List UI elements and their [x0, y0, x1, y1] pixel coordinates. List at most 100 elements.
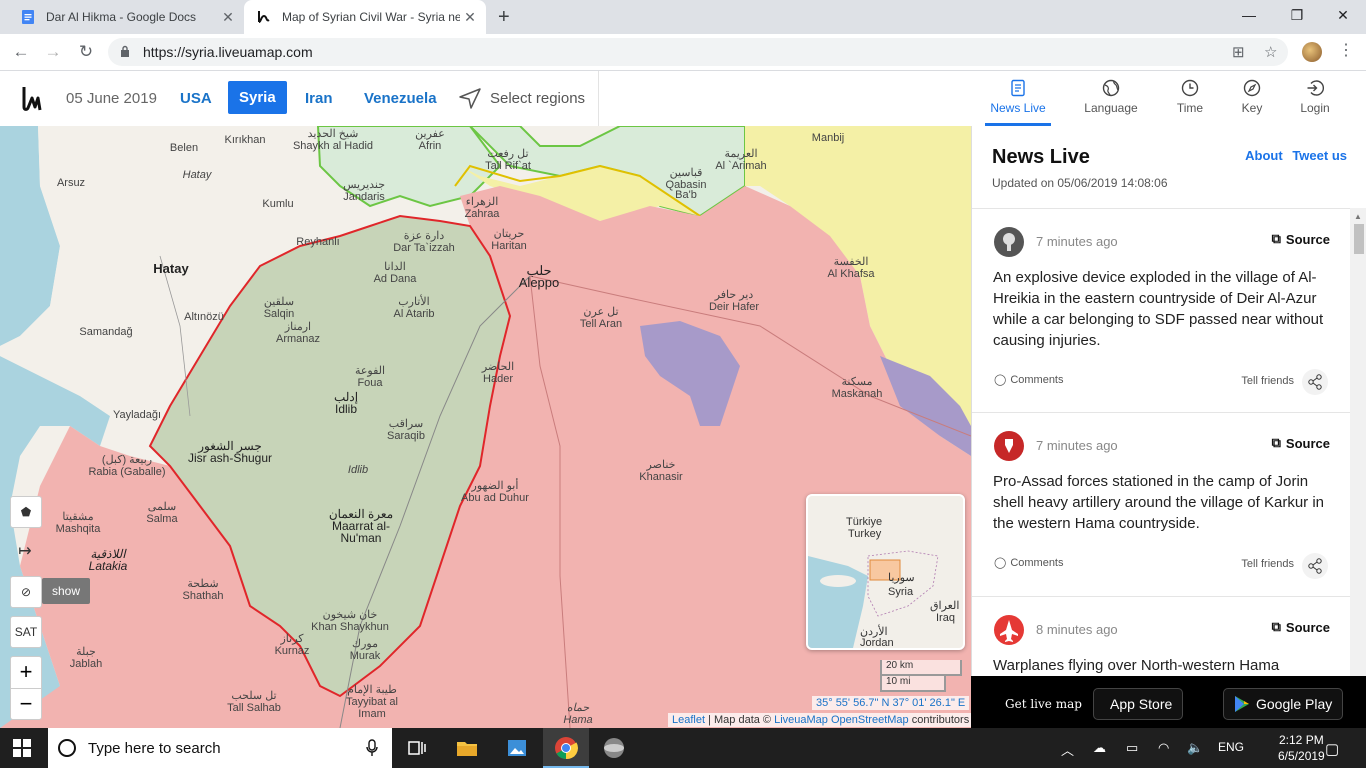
- region-link-venezuela[interactable]: Venezuela: [364, 90, 437, 107]
- news-text[interactable]: An explosive device exploded in the vill…: [993, 267, 1329, 351]
- source-link[interactable]: ⧉ Source: [1272, 435, 1330, 451]
- place-label[interactable]: جنديريس Jandaris: [343, 179, 385, 203]
- source-link[interactable]: ⧉ Source: [1272, 231, 1330, 247]
- disk-app-icon[interactable]: [602, 736, 626, 760]
- google-play-button[interactable]: Google Play: [1223, 688, 1344, 720]
- wifi-icon[interactable]: ◠: [1158, 740, 1169, 756]
- place-label[interactable]: Kırıkhan: [225, 134, 266, 146]
- place-label[interactable]: دارة عزة Dar Ta`izzah: [393, 230, 455, 254]
- about-link[interactable]: About: [1245, 148, 1283, 163]
- place-label[interactable]: Hatay: [153, 262, 188, 275]
- place-label[interactable]: دير حافر Deir Hafer: [709, 289, 759, 313]
- satellite-toggle-button[interactable]: SAT: [10, 616, 42, 648]
- overview-minimap[interactable]: Türkiye Turkey سوريا Syria العراق Iraq ا…: [806, 494, 965, 650]
- news-text[interactable]: Warplanes flying over North-western Hama: [993, 655, 1329, 676]
- zoom-in-button[interactable]: +: [11, 657, 41, 689]
- place-label[interactable]: الدانا Ad Dana: [374, 261, 417, 285]
- place-label[interactable]: تل عرن Tell Aran: [580, 306, 622, 330]
- map-canvas[interactable]: Kırıkhan Belen Hatay Arsuz Kumlu Reyhanl…: [0, 126, 971, 728]
- place-label[interactable]: الزهراء Zahraa: [465, 196, 500, 220]
- close-tab-icon[interactable]: ✕: [460, 9, 480, 26]
- file-explorer-icon[interactable]: [455, 736, 479, 760]
- notifications-icon[interactable]: ▢: [1325, 740, 1339, 758]
- news-feed[interactable]: 7 minutes ago ⧉ Source An explosive devic…: [972, 208, 1350, 677]
- share-icon[interactable]: [1302, 369, 1328, 395]
- osm-link[interactable]: OpenStreetMap: [831, 714, 909, 726]
- forward-button[interactable]: →: [42, 41, 64, 63]
- place-label[interactable]: مسكنة Maskanah: [832, 376, 883, 400]
- place-label[interactable]: ربيعة (كبل) Rabia (Gaballe): [88, 454, 165, 478]
- place-label[interactable]: الحاضر Hader: [482, 361, 514, 385]
- liveuamap-link[interactable]: LiveuaMap: [774, 714, 828, 726]
- photo-app-icon[interactable]: [505, 736, 529, 760]
- region-link-iran[interactable]: Iran: [305, 90, 333, 107]
- place-label[interactable]: تل سلحب Tall Salhab: [227, 690, 281, 714]
- place-label[interactable]: عفرين Afrin: [415, 128, 445, 152]
- place-label[interactable]: جسر الشغور Jisr ash-Shugur: [188, 440, 272, 464]
- minimize-button[interactable]: —: [1226, 0, 1272, 30]
- task-view-icon[interactable]: [405, 736, 429, 760]
- close-window-button[interactable]: ✕: [1320, 0, 1366, 30]
- place-label[interactable]: حماه Hama: [563, 702, 592, 726]
- region-link-usa[interactable]: USA: [180, 90, 212, 107]
- place-label[interactable]: الفوعة Foua: [355, 365, 385, 389]
- nav-key[interactable]: Key: [1217, 79, 1287, 115]
- place-label[interactable]: Arsuz: [57, 177, 85, 189]
- place-label[interactable]: مشقيتا Mashqita: [56, 511, 101, 535]
- place-label[interactable]: قباسين Qabasin: [666, 167, 707, 191]
- news-text[interactable]: Pro-Assad forces stationed in the camp o…: [993, 471, 1329, 534]
- place-label[interactable]: سراقب Saraqib: [387, 418, 425, 442]
- place-label[interactable]: إدلب Idlib: [334, 391, 358, 415]
- volume-icon[interactable]: 🔈: [1187, 740, 1203, 756]
- place-label[interactable]: ارمناز Armanaz: [276, 321, 320, 345]
- windows-start-icon[interactable]: [13, 739, 31, 757]
- feed-scrollbar[interactable]: ▲: [1350, 208, 1366, 676]
- place-label[interactable]: تل رفعت Tall Rif`at: [485, 148, 531, 172]
- place-label[interactable]: خان شيخون Khan Shaykhun: [311, 609, 389, 633]
- address-bar[interactable]: https://syria.liveuamap.com ⊞ ☆: [108, 38, 1288, 66]
- place-label[interactable]: طيبة الإمام Tayyibat al Imam: [342, 684, 402, 720]
- place-label[interactable]: شيخ الحديد Shaykh al Hadid: [293, 128, 373, 152]
- news-item[interactable]: 7 minutes ago ⧉ Source An explosive devic…: [972, 209, 1350, 413]
- region-link-syria[interactable]: Syria: [228, 81, 287, 114]
- liveuamap-logo[interactable]: [20, 85, 46, 113]
- place-label[interactable]: Belen: [170, 142, 198, 154]
- place-label[interactable]: سلمى Salma: [146, 501, 177, 525]
- place-label[interactable]: اللاذقية Latakia: [89, 548, 128, 572]
- chrome-menu-icon[interactable]: ⋮: [1338, 40, 1354, 60]
- nav-language[interactable]: Language: [1076, 79, 1146, 115]
- place-label[interactable]: Reyhanlı: [296, 236, 339, 248]
- draw-polygon-button[interactable]: ⬟: [10, 496, 42, 528]
- onedrive-icon[interactable]: ☁: [1093, 740, 1106, 756]
- translate-icon[interactable]: ⊞: [1232, 43, 1245, 61]
- scrollbar-thumb[interactable]: [1354, 224, 1364, 254]
- system-clock[interactable]: 2:12 PM 6/5/2019: [1278, 732, 1325, 764]
- reload-button[interactable]: ↻: [75, 41, 97, 63]
- chrome-icon[interactable]: [554, 736, 578, 760]
- place-label[interactable]: كرناز Kurnaz: [275, 633, 310, 657]
- select-regions-button[interactable]: Select regions: [458, 87, 585, 109]
- browser-tab-google-docs[interactable]: Dar Al Hikma - Google Docs ✕: [8, 0, 244, 34]
- close-tab-icon[interactable]: ✕: [218, 9, 238, 26]
- nav-login[interactable]: Login: [1280, 79, 1350, 115]
- source-link[interactable]: ⧉ Source: [1272, 619, 1330, 635]
- place-label[interactable]: الخفسة Al Khafsa: [827, 256, 874, 280]
- profile-avatar[interactable]: [1302, 42, 1322, 62]
- app-store-button[interactable]: App Store: [1093, 688, 1184, 720]
- comments-link[interactable]: ◯ Comments: [994, 373, 1064, 387]
- browser-tab-liveuamap[interactable]: Map of Syrian Civil War - Syria ne ✕: [244, 0, 486, 34]
- place-label[interactable]: Hatay: [183, 169, 212, 181]
- place-label[interactable]: حريتان Haritan: [491, 228, 526, 252]
- share-icon[interactable]: [1302, 553, 1328, 579]
- place-label[interactable]: حلب Aleppo: [519, 264, 559, 289]
- news-item[interactable]: 7 minutes ago ⧉ Source Pro-Assad forces s…: [972, 413, 1350, 597]
- microphone-icon[interactable]: [366, 739, 378, 757]
- place-label[interactable]: Manbij: [812, 132, 844, 144]
- place-label[interactable]: مورك Murak: [350, 638, 381, 662]
- nav-news-live[interactable]: News Live: [983, 79, 1053, 126]
- nav-time[interactable]: Time: [1155, 79, 1225, 115]
- place-label[interactable]: شطحة Shathah: [183, 578, 224, 602]
- place-label[interactable]: الأتارب Al Atarib: [394, 296, 435, 320]
- place-label[interactable]: Ba'b: [675, 189, 697, 201]
- place-label[interactable]: أبو الضهور Abu ad Duhur: [461, 480, 529, 504]
